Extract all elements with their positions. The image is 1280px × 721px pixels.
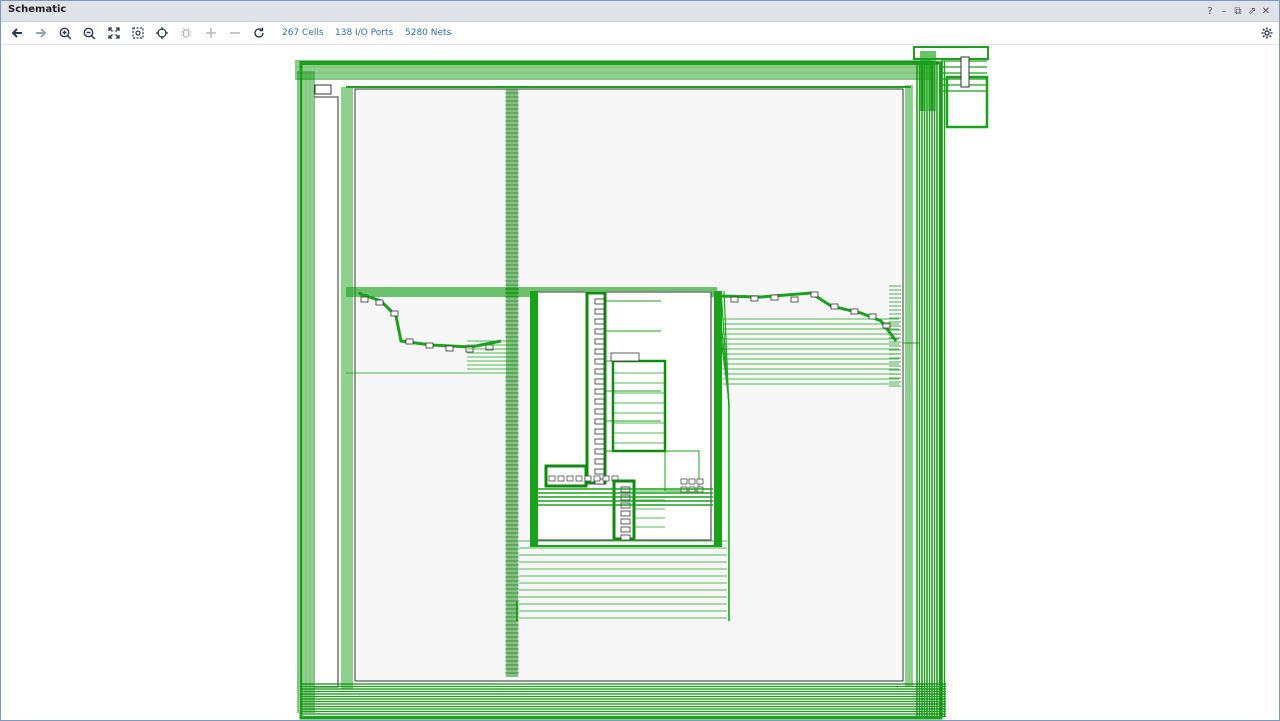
minimize-icon[interactable]: –: [1217, 3, 1231, 19]
window-controls: ? – ⧉ ⇗ ✕: [1203, 3, 1273, 19]
cell: [620, 534, 631, 541]
cell: [566, 475, 574, 482]
arrow-left-icon: [11, 28, 22, 38]
crosshair-icon: [156, 27, 168, 39]
settings-button[interactable]: [1258, 25, 1276, 41]
cell: [602, 475, 610, 482]
ports-count-link[interactable]: 138 I/O Ports: [335, 28, 393, 38]
zoom-out-button[interactable]: [80, 25, 98, 41]
window-title: Schematic: [8, 4, 67, 15]
crosshair-button[interactable]: [153, 25, 171, 41]
register-cell: [594, 348, 605, 355]
cell: [445, 345, 454, 352]
back-button[interactable]: [8, 25, 26, 41]
restore-icon[interactable]: ⧉: [1231, 3, 1245, 19]
cell: [465, 346, 474, 353]
forward-button[interactable]: [32, 25, 50, 41]
register-cell: [594, 358, 605, 365]
schematic-window: Schematic ? – ⧉ ⇗ ✕ 267 Cells 138 I/O Po…: [0, 0, 1280, 721]
cell: [360, 296, 369, 303]
zoom-selection-button[interactable]: [129, 25, 147, 41]
fit-icon: [108, 27, 120, 39]
schematic-canvas[interactable]: [1, 45, 1279, 720]
cell: [390, 310, 399, 317]
cell: [750, 295, 759, 302]
close-icon[interactable]: ✕: [1259, 3, 1273, 19]
gear-icon: [1261, 27, 1273, 39]
register-cell: [594, 308, 605, 315]
remove-button[interactable]: [226, 25, 244, 41]
cell: [610, 352, 640, 362]
register-cell: [594, 338, 605, 345]
cell: [375, 299, 384, 306]
register-cell: [594, 448, 605, 455]
zoom-area-icon: [132, 27, 144, 39]
io-port-box: [314, 84, 332, 95]
cells-count-link[interactable]: 267 Cells: [282, 28, 324, 38]
cell: [584, 475, 592, 482]
cell: [620, 526, 631, 533]
cell: [680, 478, 688, 485]
expand-cone-button[interactable]: [177, 25, 195, 41]
register-cell: [594, 438, 605, 445]
cell: [696, 478, 704, 485]
plus-icon: [206, 28, 216, 38]
cell: [868, 313, 877, 320]
cell: [810, 291, 819, 298]
register-cell: [594, 468, 605, 475]
cell: [548, 475, 556, 482]
cell: [405, 338, 414, 345]
cell: [425, 342, 434, 349]
cell: [850, 308, 859, 315]
register-cell: [594, 458, 605, 465]
zoom-in-button[interactable]: [56, 25, 74, 41]
register-cell: [594, 388, 605, 395]
cell: [688, 478, 696, 485]
add-button[interactable]: [202, 25, 220, 41]
nets-count-link[interactable]: 5280 Nets: [405, 28, 451, 38]
cell: [770, 294, 779, 301]
cell: [730, 296, 739, 303]
cell: [593, 475, 601, 482]
cell: [620, 510, 631, 517]
zoom-in-icon: [59, 27, 71, 39]
title-bar: Schematic ? – ⧉ ⇗ ✕: [1, 1, 1279, 22]
register-cell: [594, 418, 605, 425]
register-cell: [594, 368, 605, 375]
toolbar: 267 Cells 138 I/O Ports 5280 Nets: [1, 22, 1279, 45]
refresh-button[interactable]: [250, 25, 268, 41]
help-icon[interactable]: ?: [1203, 3, 1217, 19]
register-cell: [594, 298, 605, 305]
cell: [620, 518, 631, 525]
register-cell: [594, 378, 605, 385]
register-cell: [594, 408, 605, 415]
register-cell: [594, 328, 605, 335]
left-column-box: [313, 96, 339, 688]
register-cell: [594, 318, 605, 325]
float-icon[interactable]: ⇗: [1245, 3, 1259, 19]
register-cell: [594, 398, 605, 405]
cell: [575, 475, 583, 482]
bug-icon: [181, 27, 191, 38]
refresh-icon: [254, 27, 264, 38]
cell: [557, 475, 565, 482]
zoom-out-icon: [83, 27, 95, 39]
schematic-drawing[interactable]: [1, 45, 1279, 720]
arrow-right-icon: [36, 28, 47, 38]
register-cell: [594, 428, 605, 435]
minus-icon: [230, 32, 240, 34]
top-right-cell: [960, 56, 970, 88]
cell: [790, 296, 799, 303]
cell: [830, 303, 839, 310]
zoom-fit-button[interactable]: [105, 25, 123, 41]
